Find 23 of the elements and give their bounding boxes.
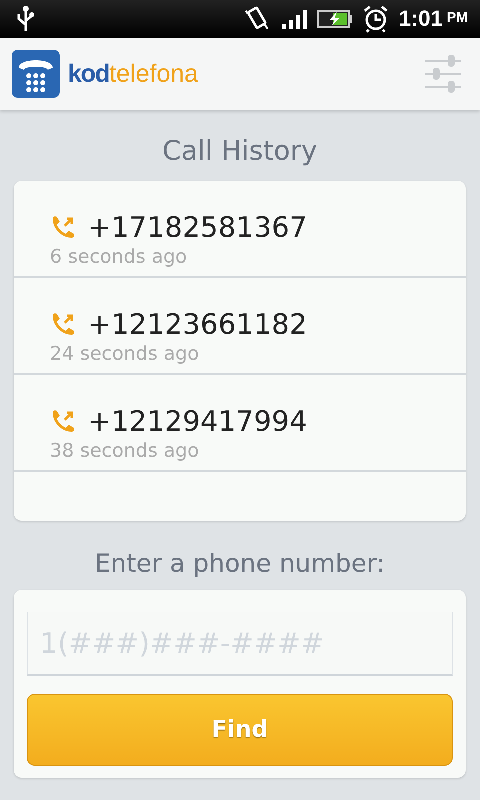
telephone-keypad-icon (12, 50, 60, 98)
signal-icon (280, 8, 307, 30)
call-time: 24 seconds ago (50, 343, 200, 365)
clock-meridiem: PM (447, 9, 468, 25)
battery-icon (316, 9, 353, 29)
alarm-clock-icon (362, 5, 389, 33)
app-logo-text: kodtelefona (68, 60, 198, 88)
call-time: 38 seconds ago (50, 440, 200, 462)
outgoing-call-icon (50, 408, 76, 434)
call-history-item[interactable]: +17182581367 6 seconds ago (14, 181, 466, 278)
phone-number: +12123661182 (88, 308, 308, 341)
call-time: 6 seconds ago (50, 246, 188, 268)
call-history-item[interactable]: +12123661182 24 seconds ago (14, 278, 466, 375)
phone-number: +12129417994 (88, 405, 308, 438)
input-label: Enter a phone number: (94, 549, 386, 578)
usb-icon (16, 5, 36, 33)
phone-number: +17182581367 (88, 211, 308, 244)
outgoing-call-icon (50, 214, 76, 240)
call-history-item[interactable]: +12129417994 38 seconds ago (14, 375, 466, 472)
section-title: Call History (161, 136, 319, 167)
clock-time: 1:01 (398, 6, 443, 32)
outgoing-call-icon (50, 312, 76, 338)
settings-sliders-icon[interactable] (424, 55, 462, 93)
